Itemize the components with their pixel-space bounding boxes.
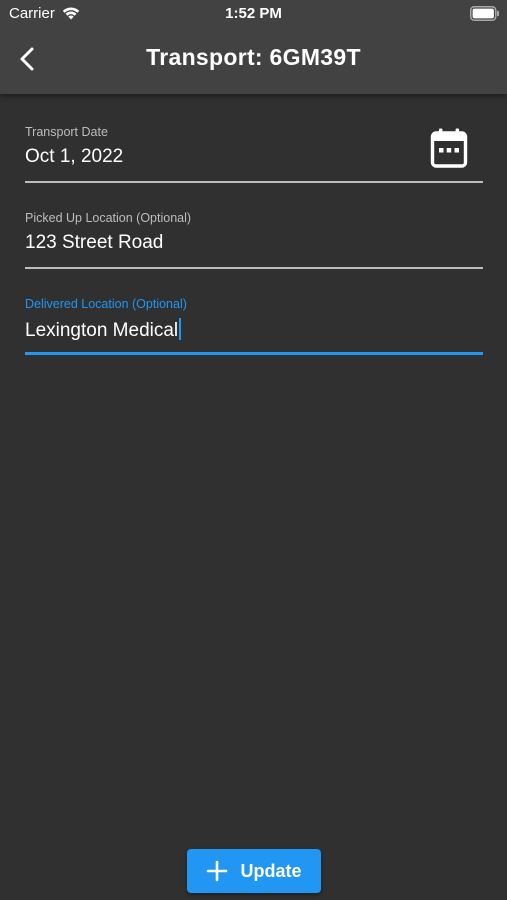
text-cursor — [179, 318, 182, 340]
picked-up-location-underline — [25, 267, 483, 269]
plus-icon — [207, 860, 228, 882]
status-time: 1:52 PM — [225, 5, 282, 22]
delivered-location-text: Lexington Medical — [25, 320, 179, 341]
picked-up-location-field[interactable]: Picked Up Location (Optional) 123 Street… — [25, 210, 483, 272]
calendar-icon — [430, 128, 468, 168]
page-title: Transport: 6GM39T — [146, 44, 361, 70]
app-bar: Transport: 6GM39T — [0, 28, 507, 94]
battery-icon — [470, 6, 499, 21]
transport-edit-screen: Carrier 1:52 PM Transport: 6GM39T Transp… — [0, 0, 507, 900]
delivered-location-underline — [25, 352, 483, 355]
transport-date-underline — [25, 181, 483, 183]
header: Carrier 1:52 PM Transport: 6GM39T — [0, 0, 507, 94]
update-button-label: Update — [240, 860, 302, 881]
status-bar: Carrier 1:52 PM — [0, 0, 507, 28]
delivered-location-field[interactable]: Delivered Location (Optional) Lexington … — [25, 296, 483, 358]
delivered-location-input[interactable]: Lexington Medical — [25, 318, 182, 342]
transport-date-field[interactable]: Transport Date Oct 1, 2022 — [25, 124, 483, 186]
picked-up-location-label: Picked Up Location (Optional) — [25, 211, 192, 225]
calendar-button[interactable] — [425, 124, 473, 172]
picked-up-location-input[interactable]: 123 Street Road — [25, 232, 163, 254]
transport-date-label: Transport Date — [25, 125, 108, 139]
transport-date-value[interactable]: Oct 1, 2022 — [25, 146, 123, 168]
delivered-location-label: Delivered Location (Optional) — [25, 297, 187, 311]
update-button[interactable]: Update — [187, 849, 321, 893]
